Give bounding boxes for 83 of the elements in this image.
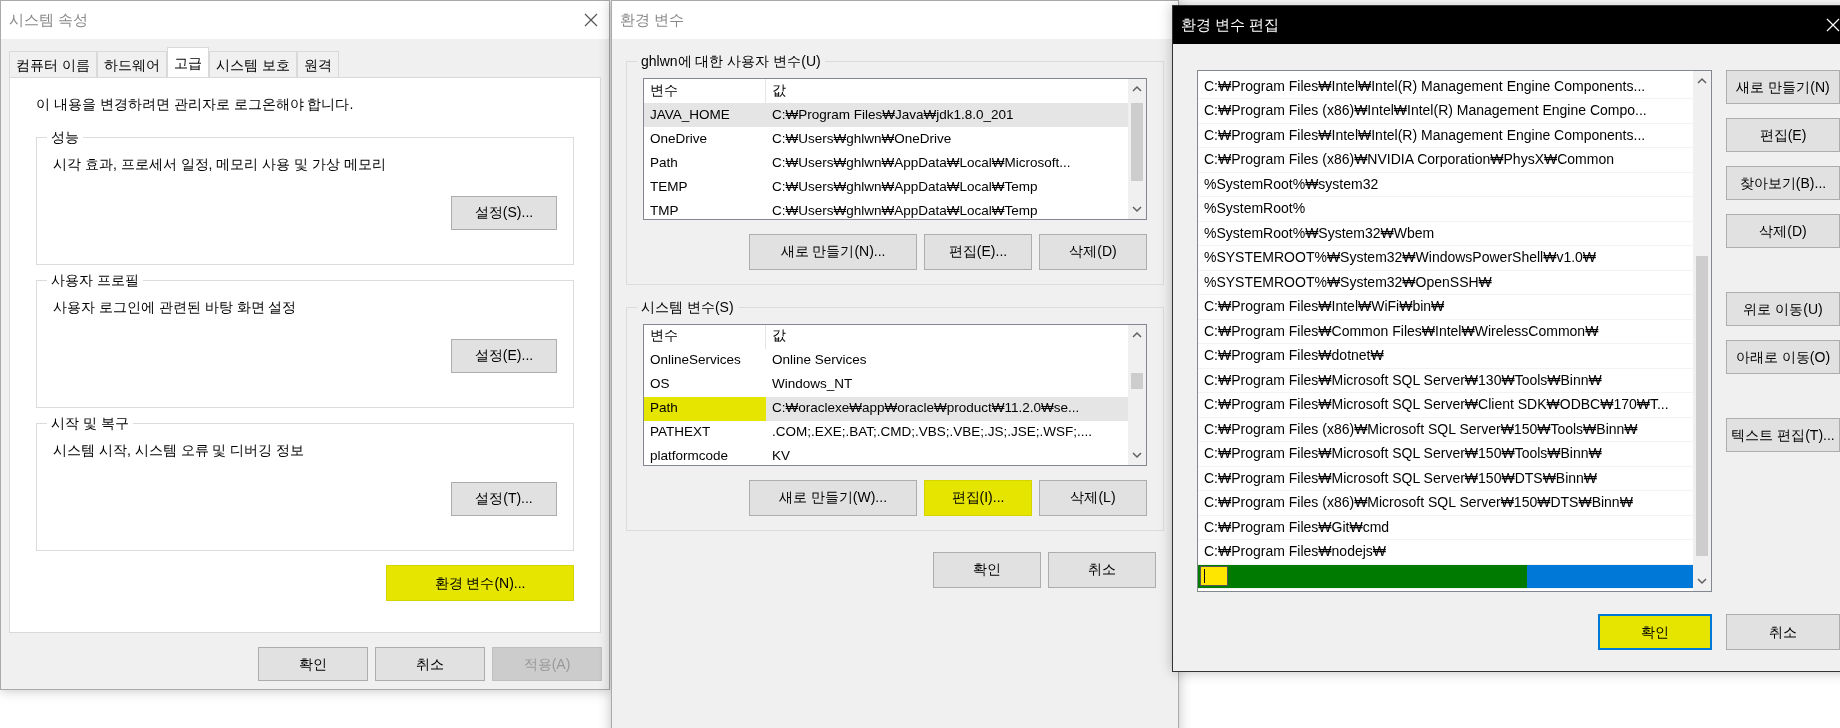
- path-entry[interactable]: %SYSTEMROOT%₩System32₩OpenSSH₩: [1198, 270, 1693, 295]
- column-header: 값: [771, 81, 787, 100]
- notice-text: 이 내용을 변경하려면 관리자로 로그온해야 합니다.: [36, 95, 355, 114]
- environment-variables-button[interactable]: 환경 변수(N)...: [386, 565, 574, 601]
- scrollbar[interactable]: [1128, 324, 1146, 465]
- side-button[interactable]: 아래로 이동(O): [1726, 340, 1840, 374]
- path-entry[interactable]: C:₩Program Files₩Intel₩WiFi₩bin₩: [1198, 295, 1693, 320]
- path-entry[interactable]: %SystemRoot%: [1198, 197, 1693, 222]
- side-button[interactable]: 찾아보기(B)...: [1726, 166, 1840, 200]
- path-entry[interactable]: C:₩Program Files (x86)₩Microsoft SQL Server₩150₩Tools₩Binn₩: [1198, 417, 1693, 442]
- side-button[interactable]: 편집(E): [1726, 118, 1840, 152]
- path-entry[interactable]: C:₩Program Files (x86)₩Intel₩Intel(R) Management Engine Compo...: [1198, 99, 1693, 124]
- scrollbar[interactable]: [1693, 71, 1711, 591]
- side-button[interactable]: 삭제(D): [1726, 214, 1840, 248]
- path-entry[interactable]: C:₩Program Files₩Intel₩Intel(R) Management Engine Components...: [1198, 74, 1693, 99]
- settings-button[interactable]: 설정(S)...: [451, 195, 557, 230]
- edit-button[interactable]: 편집(I)...: [924, 479, 1032, 516]
- path-entry[interactable]: %SystemRoot%₩system32: [1198, 172, 1693, 197]
- edit-button[interactable]: 편집(E)...: [924, 233, 1032, 270]
- window-title: 환경 변수: [620, 9, 685, 30]
- new-button[interactable]: 새로 만들기(W)...: [749, 479, 917, 516]
- variable-row[interactable]: OnlineServices Online Services: [644, 348, 1128, 373]
- window-title: 환경 변수 편집: [1181, 14, 1280, 35]
- new-button[interactable]: 새로 만들기(N)...: [749, 233, 917, 270]
- ok-button[interactable]: 확인: [1598, 614, 1712, 650]
- path-entry[interactable]: C:₩Program Files (x86)₩Microsoft SQL Server₩150₩DTS₩Binn₩: [1198, 491, 1693, 516]
- settings-button[interactable]: 설정(E)...: [451, 338, 557, 373]
- side-button[interactable]: 텍스트 편집(T)...: [1726, 418, 1840, 452]
- close-icon[interactable]: [583, 12, 599, 28]
- tab[interactable]: 시스템 보호: [208, 51, 297, 77]
- path-entry[interactable]: C:₩Program Files₩Git₩cmd: [1198, 515, 1693, 540]
- group-description: 시각 효과, 프로세서 일정, 메모리 사용 및 가상 메모리: [53, 154, 387, 174]
- path-entry[interactable]: C:₩Program Files₩Intel₩Intel(R) Management Engine Components...: [1198, 123, 1693, 148]
- group-title: 성능: [50, 129, 80, 146]
- path-entry[interactable]: C:₩Program Files₩Microsoft SQL Server₩150₩DTS₩Binn₩: [1198, 466, 1693, 491]
- scroll-thumb[interactable]: [1696, 256, 1708, 556]
- group-description: 시스템 시작, 시스템 오류 및 디버깅 정보: [53, 440, 306, 460]
- delete-button[interactable]: 삭제(D): [1039, 233, 1147, 270]
- path-entry[interactable]: C:₩Program Files₩nodejs₩: [1198, 540, 1693, 565]
- ok-button[interactable]: 확인: [258, 647, 368, 681]
- tab[interactable]: 원격: [296, 51, 339, 77]
- cancel-button[interactable]: 취소: [1726, 614, 1840, 650]
- group-title: ghlwn에 대한 사용자 변수(U): [640, 53, 822, 70]
- path-entry[interactable]: C:₩Program Files₩Microsoft SQL Server₩130₩Tools₩Binn₩: [1198, 368, 1693, 393]
- cancel-button[interactable]: 취소: [1048, 551, 1156, 588]
- variable-row[interactable]: TMP C:₩Users₩ghlwn₩AppData₩Local₩Temp: [644, 198, 1128, 219]
- variable-row[interactable]: platformcode KV: [644, 444, 1128, 465]
- path-entry[interactable]: C:₩Program Files₩Microsoft SQL Server₩150₩Tools₩Binn₩: [1198, 442, 1693, 467]
- delete-button[interactable]: 삭제(L): [1039, 479, 1147, 516]
- column-header: 변수: [644, 324, 766, 349]
- group-title: 사용자 프로필: [50, 272, 140, 289]
- group-title: 시작 및 복구: [50, 415, 130, 432]
- settings-button[interactable]: 설정(T)...: [451, 481, 557, 516]
- variable-row[interactable]: OneDrive C:₩Users₩ghlwn₩OneDrive: [644, 126, 1128, 151]
- column-header: 변수: [644, 78, 766, 103]
- group-description: 사용자 로그인에 관련된 바탕 화면 설정: [53, 297, 298, 317]
- variable-row[interactable]: Path C:₩Users₩ghlwn₩AppData₩Local₩Microsoft...: [644, 150, 1128, 175]
- path-entry[interactable]: C:₩Program Files (x86)₩NVIDIA Corporation₩PhysX₩Common: [1198, 148, 1693, 173]
- side-button[interactable]: 새로 만들기(N): [1726, 70, 1840, 104]
- window-title: 시스템 속성: [9, 9, 89, 30]
- path-entry-row[interactable]: [1198, 564, 1693, 589]
- side-button[interactable]: 위로 이동(U): [1726, 292, 1840, 326]
- group-title: 시스템 변수(S): [640, 298, 735, 316]
- variable-row[interactable]: PATHEXT .COM;.EXE;.BAT;.CMD;.VBS;.VBE;.JS;.JSE;.WSF;....: [644, 420, 1128, 445]
- path-entry[interactable]: %SYSTEMROOT%₩System32₩WindowsPowerShell₩v1.0₩: [1198, 246, 1693, 271]
- column-header: 값: [771, 327, 787, 346]
- path-entry[interactable]: C:₩Program Files₩Microsoft SQL Server₩Client SDK₩ODBC₩170₩T...: [1198, 393, 1693, 418]
- tab[interactable]: 컴퓨터 이름: [9, 51, 97, 77]
- cancel-button[interactable]: 취소: [375, 647, 485, 681]
- tab[interactable]: 하드웨어: [96, 51, 167, 77]
- path-entry[interactable]: %SystemRoot%₩System32₩Wbem: [1198, 221, 1693, 246]
- scrollbar[interactable]: [1128, 78, 1146, 219]
- variable-row[interactable]: OS Windows_NT: [644, 372, 1128, 397]
- path-entry[interactable]: C:₩Program Files₩dotnet₩: [1198, 344, 1693, 369]
- path-entry[interactable]: C:₩Program Files₩Common Files₩Intel₩WirelessCommon₩: [1198, 319, 1693, 344]
- ok-button[interactable]: 확인: [933, 551, 1041, 588]
- path-input-field[interactable]: [1200, 566, 1228, 587]
- scroll-thumb[interactable]: [1131, 372, 1143, 389]
- variable-row[interactable]: TEMP C:₩Users₩ghlwn₩AppData₩Local₩Temp: [644, 174, 1128, 199]
- tab[interactable]: 고급: [166, 47, 209, 77]
- scroll-thumb[interactable]: [1131, 102, 1143, 181]
- variable-row[interactable]: Path C:₩oraclexe₩app₩oracle₩product₩11.2.0₩se...: [644, 396, 1128, 421]
- variable-row[interactable]: JAVA_HOME C:₩Program Files₩Java₩jdk1.8.0_201: [644, 102, 1128, 127]
